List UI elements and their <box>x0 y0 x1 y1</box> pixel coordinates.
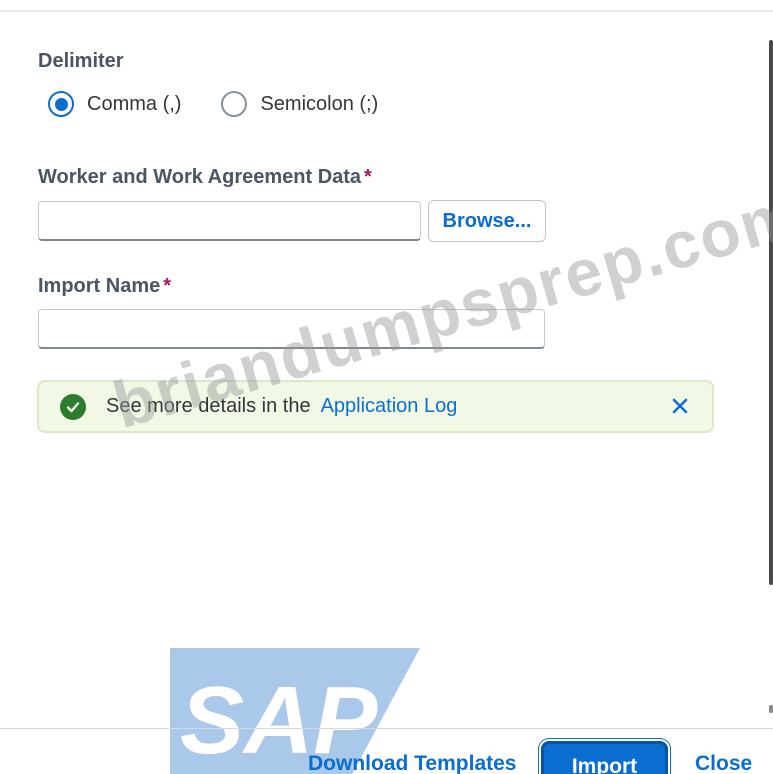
radio-unselected-icon[interactable] <box>221 91 248 117</box>
import-name-label-text: Import Name <box>38 275 161 297</box>
required-marker: * <box>364 166 372 188</box>
delimiter-radio-group: Comma (,) Semicolon (;) <box>48 91 418 117</box>
application-log-link[interactable]: Application Log <box>321 395 458 418</box>
worker-data-label: Worker and Work Agreement Data * <box>38 166 372 189</box>
close-button[interactable]: Close <box>695 752 752 774</box>
delimiter-label: Delimiter <box>38 50 124 72</box>
worker-data-label-text: Worker and Work Agreement Data <box>38 166 362 188</box>
import-button[interactable]: Import <box>541 741 668 774</box>
success-message-strip: See more details in the Application Log <box>37 380 714 433</box>
scrollbar[interactable] <box>769 40 773 585</box>
radio-comma-label: Comma (,) <box>87 92 182 115</box>
close-icon[interactable] <box>668 394 692 418</box>
dialog-top-border <box>0 0 773 12</box>
browse-button[interactable]: Browse... <box>428 200 546 242</box>
radio-semicolon-label: Semicolon (;) <box>260 92 379 115</box>
footer-divider <box>0 728 773 729</box>
radio-selected-icon[interactable] <box>48 91 74 117</box>
radio-semicolon[interactable]: Semicolon (;) <box>221 91 378 117</box>
import-name-input[interactable] <box>38 309 545 349</box>
check-circle-icon <box>60 393 86 420</box>
import-name-label: Import Name * <box>38 275 171 298</box>
worker-data-file-input[interactable] <box>38 201 421 241</box>
radio-comma[interactable]: Comma (,) <box>48 91 181 117</box>
message-text: See more details in the <box>106 395 311 417</box>
scrollbar-end[interactable] <box>769 705 773 713</box>
download-templates-button[interactable]: Download Templates <box>308 752 516 774</box>
required-marker: * <box>163 275 172 297</box>
